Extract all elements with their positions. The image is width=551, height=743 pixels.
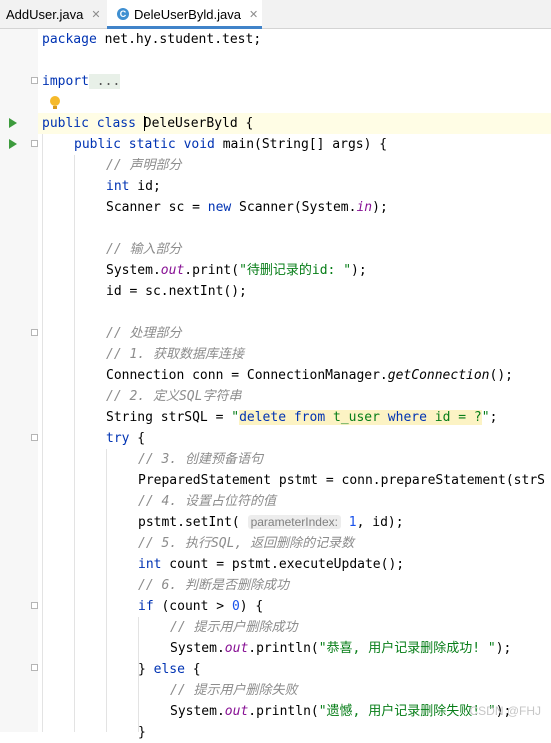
code-comment: // 处理部分	[106, 326, 182, 341]
code-line: System.out.println("遗憾, 用户记录删除失败! ");	[170, 704, 512, 719]
code-comment: // 6. 判断是否删除成功	[138, 578, 289, 593]
code-line: System.out.println("恭喜, 用户记录删除成功! ");	[170, 641, 512, 656]
code-line: public class DeleUserByld {	[42, 116, 254, 131]
fold-icon[interactable]	[31, 77, 38, 84]
close-icon[interactable]: ✕	[249, 8, 258, 21]
code-line: try {	[106, 431, 146, 446]
tab-label: DeleUserByld.java	[134, 6, 241, 22]
code-comment: // 2. 定义SQL字符串	[106, 389, 242, 404]
fold-icon[interactable]	[31, 664, 38, 671]
code-comment: // 提示用户删除成功	[170, 620, 298, 635]
code-comment: // 5. 执行SQL, 返回删除的记录数	[138, 536, 355, 551]
fold-icon[interactable]	[31, 329, 38, 336]
code-line: PreparedStatement pstmt = conn.prepareSt…	[138, 473, 545, 488]
code-line: }	[138, 725, 146, 740]
code-line: if (count > 0) {	[138, 599, 264, 614]
code-line: String strSQL = "delete from t_user wher…	[106, 410, 498, 425]
code-comment: // 声明部分	[106, 158, 182, 173]
fold-icon[interactable]	[31, 434, 38, 441]
code-line: int id;	[106, 179, 161, 194]
folded-imports[interactable]: ...	[88, 74, 121, 89]
fold-icon[interactable]	[31, 602, 38, 609]
code-line: } else {	[138, 662, 201, 677]
code-line: Scanner sc = new Scanner(System.in);	[106, 200, 388, 215]
indent-guide	[74, 155, 75, 732]
code-comment: // 提示用户删除失败	[170, 683, 298, 698]
code-line: public static void main(String[] args) {	[74, 137, 388, 152]
code-line: Connection conn = ConnectionManager.getC…	[106, 368, 513, 383]
class-c-icon: C	[117, 8, 129, 20]
code-comment: // 输入部分	[106, 242, 182, 257]
run-icon[interactable]	[9, 139, 17, 149]
code-comment: // 1. 获取数据库连接	[106, 347, 244, 362]
editor-gutter	[0, 29, 38, 732]
fold-icon[interactable]	[31, 140, 38, 147]
code-line: id = sc.nextInt();	[106, 284, 247, 299]
parameter-hint: parameterIndex:	[247, 515, 341, 529]
watermark: CSDN @FHJ	[469, 704, 541, 718]
code-comment: // 4. 设置占位符的值	[138, 494, 276, 509]
code-line: pstmt.setInt( parameterIndex: 1, id);	[138, 515, 404, 530]
close-icon[interactable]: ✕	[91, 8, 100, 21]
code-line: int count = pstmt.executeUpdate();	[138, 557, 405, 572]
tab-deleuserbyld[interactable]: C DeleUserByld.java ✕	[107, 0, 262, 29]
code-line: System.out.print("待删记录的id: ");	[106, 263, 367, 278]
tab-adduser[interactable]: AddUser.java ✕	[0, 0, 106, 28]
code-comment: // 3. 创建预备语句	[138, 452, 263, 467]
indent-guide	[106, 449, 107, 732]
code-line: import ...	[42, 74, 121, 89]
indent-guide	[42, 134, 43, 732]
code-line: package net.hy.student.test;	[42, 32, 262, 47]
tab-label: AddUser.java	[6, 6, 84, 22]
editor-tab-bar: AddUser.java ✕ C DeleUserByld.java ✕	[0, 0, 551, 29]
run-icon[interactable]	[9, 118, 17, 128]
intention-bulb-icon[interactable]	[50, 96, 60, 109]
